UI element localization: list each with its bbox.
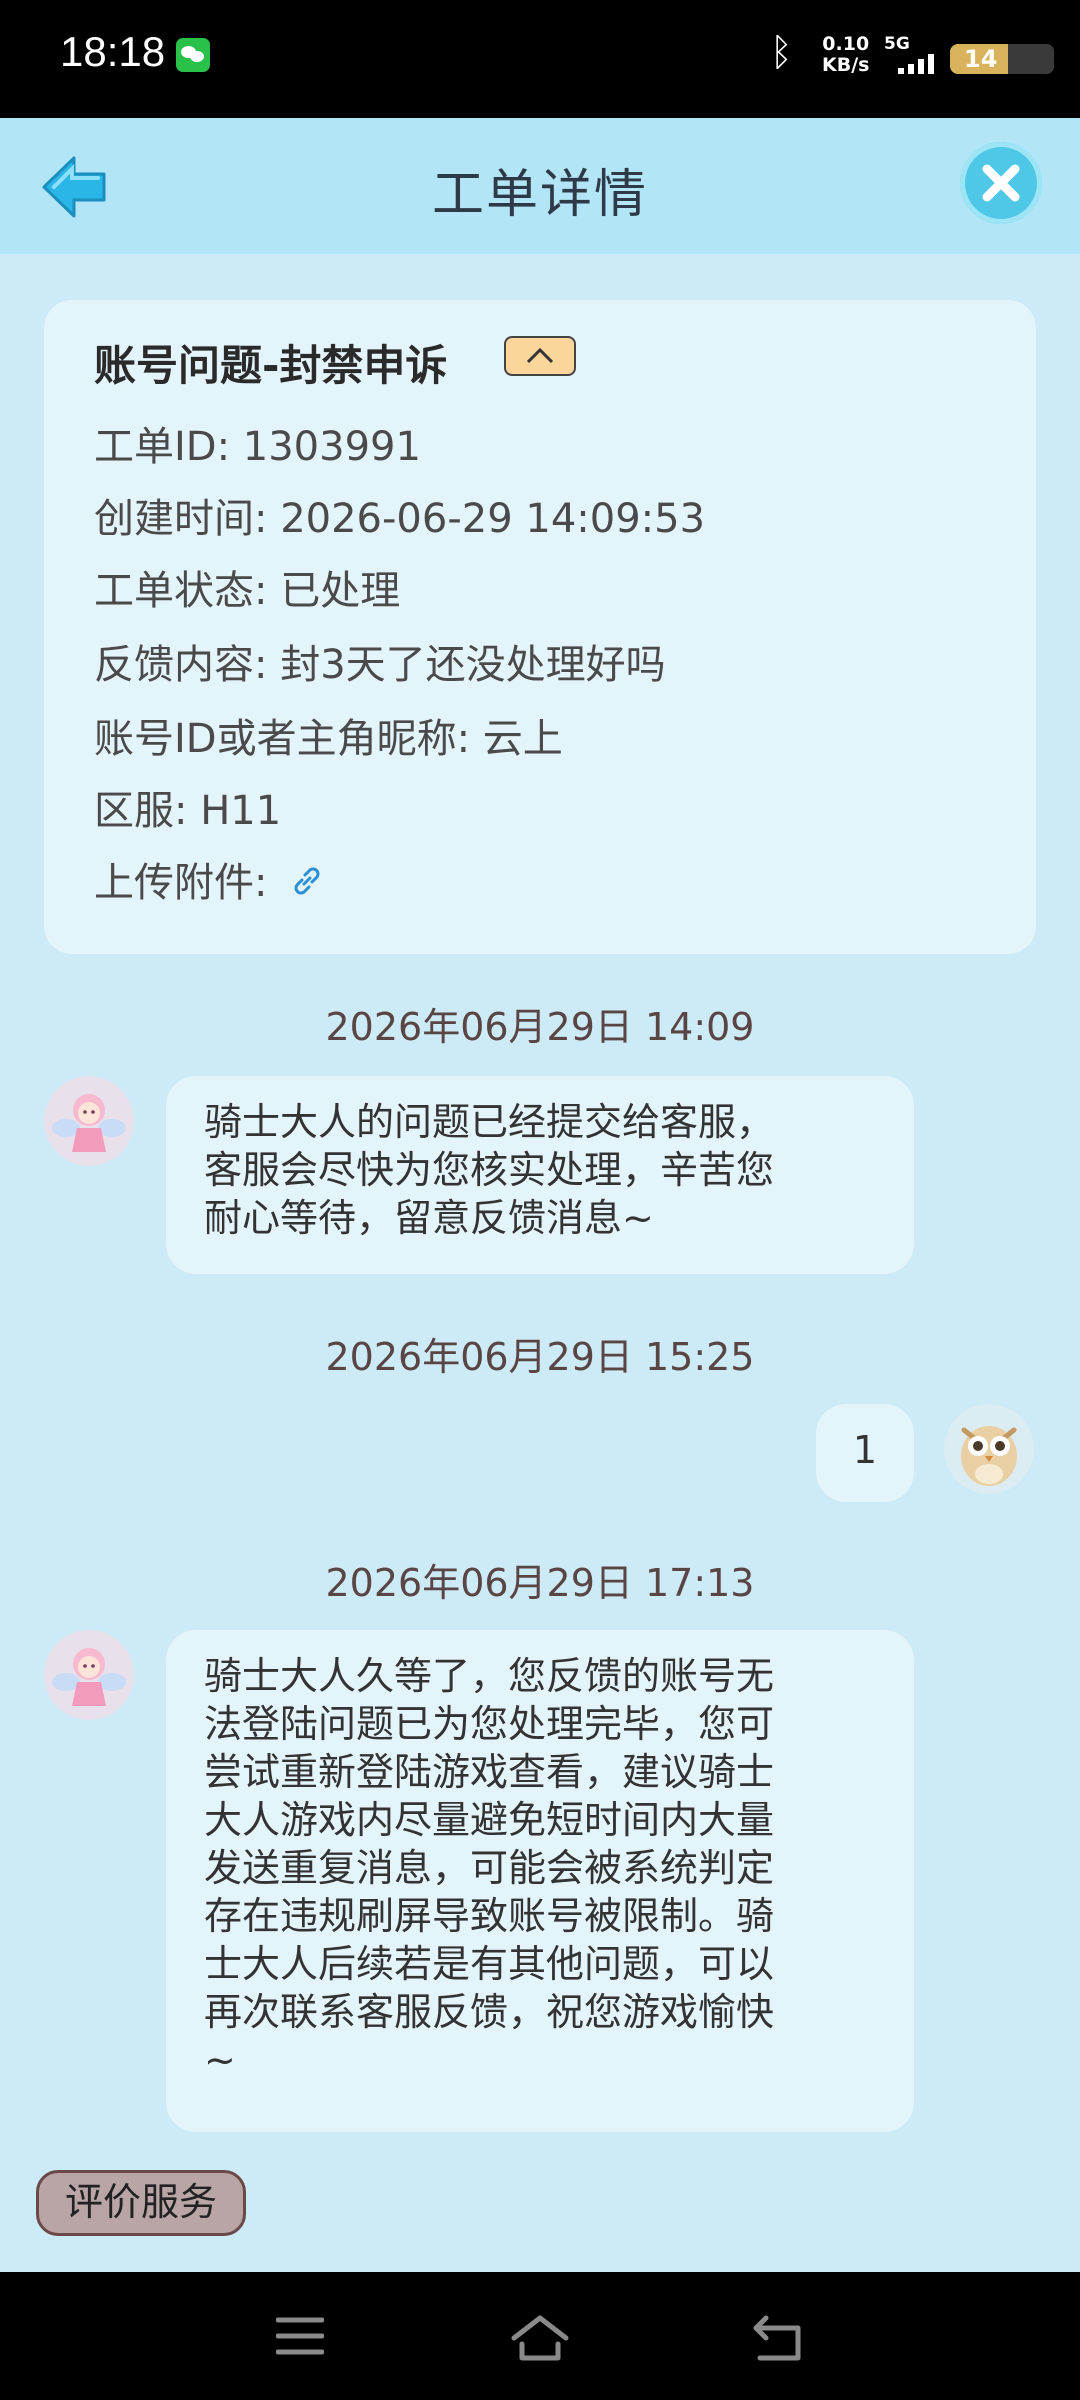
message-line: 法登陆问题已为您处理完毕，您可 bbox=[204, 1702, 775, 1746]
message-line: 骑士大人久等了，您反馈的账号无 bbox=[204, 1654, 775, 1698]
link-icon[interactable] bbox=[290, 864, 324, 902]
ticket-feedback: 反馈内容: 封3天了还没处理好吗 bbox=[94, 642, 666, 688]
ticket-status: 工单状态: 已处理 bbox=[94, 568, 401, 614]
page-title: 工单详情 bbox=[431, 165, 648, 225]
service-message-bubble: 骑士大人的问题已经提交给客服， 客服会尽快为您核实处理，辛苦您 耐心等待，留意反… bbox=[166, 1076, 914, 1274]
message-line: 骑士大人的问题已经提交给客服， bbox=[204, 1100, 775, 1144]
ticket-created-time: 创建时间: 2026-06-29 14:09:53 bbox=[94, 496, 706, 542]
bluetooth-icon: ᛒ bbox=[770, 30, 793, 74]
battery-level: 14 bbox=[964, 45, 998, 73]
message-line: 客服会尽快为您核实处理，辛苦您 bbox=[204, 1148, 775, 1192]
signal-icon bbox=[890, 52, 936, 74]
service-avatar bbox=[44, 1630, 134, 1720]
header: 工单详情 bbox=[0, 118, 1080, 254]
rate-service-button[interactable]: 评价服务 bbox=[36, 2170, 246, 2236]
message-line: 再次联系客服反馈，祝您游戏愉快 bbox=[204, 1990, 775, 2034]
speed-value: 0.10 bbox=[822, 33, 870, 55]
system-nav-bar bbox=[0, 2272, 1080, 2400]
network-speed: 0.10 KB/s bbox=[822, 34, 869, 76]
ticket-attachment-label: 上传附件: bbox=[94, 860, 268, 906]
message-line: 发送重复消息，可能会被系统判定 bbox=[204, 1846, 775, 1890]
ticket-title: 账号问题-封禁申诉 bbox=[94, 341, 448, 390]
user-message-bubble: 1 bbox=[816, 1404, 914, 1502]
home-icon[interactable] bbox=[510, 2314, 570, 2366]
status-time: 18:18 bbox=[60, 28, 166, 75]
close-icon[interactable] bbox=[960, 142, 1042, 224]
menu-icon[interactable] bbox=[275, 2314, 325, 2362]
ticket-server: 区服: H11 bbox=[94, 788, 282, 834]
network-type: 5G bbox=[884, 34, 910, 54]
message-timestamp: 2026年06月29日 17:13 bbox=[325, 1561, 755, 1605]
back-icon[interactable] bbox=[752, 2314, 804, 2366]
service-message-bubble: 骑士大人久等了，您反馈的账号无 法登陆问题已为您处理完毕，您可 尝试重新登陆游戏… bbox=[166, 1630, 914, 2132]
ticket-id: 工单ID: 1303991 bbox=[94, 424, 421, 470]
wechat-icon bbox=[176, 38, 210, 72]
message-line: ~ bbox=[204, 2038, 236, 2082]
speed-unit: KB/s bbox=[822, 54, 870, 76]
message-line: 尝试重新登陆游戏查看，建议骑士 bbox=[204, 1750, 775, 1794]
message-timestamp: 2026年06月29日 15:25 bbox=[325, 1335, 755, 1379]
message-line: 大人游戏内尽量避免短时间内大量 bbox=[204, 1798, 775, 1842]
message-timestamp: 2026年06月29日 14:09 bbox=[325, 1005, 755, 1049]
message-line: 存在违规刷屏导致账号被限制。骑 bbox=[204, 1894, 775, 1938]
status-bar: 18:18 ᛒ 0.10 KB/s 5G 14 bbox=[0, 0, 1080, 118]
chevron-up-icon bbox=[526, 347, 554, 364]
user-avatar bbox=[944, 1404, 1034, 1494]
battery-icon: 14 bbox=[950, 44, 1054, 74]
collapse-toggle[interactable] bbox=[504, 336, 576, 376]
message-line: 耐心等待，留意反馈消息~ bbox=[204, 1196, 654, 1240]
message-line: 1 bbox=[852, 1428, 878, 1472]
service-avatar bbox=[44, 1076, 134, 1166]
ticket-info-card: 账号问题-封禁申诉 工单ID: 1303991 创建时间: 2026-06-29… bbox=[44, 300, 1036, 954]
ticket-account: 账号ID或者主角昵称: 云上 bbox=[94, 716, 563, 762]
message-line: 士大人后续若是有其他问题，可以 bbox=[204, 1942, 775, 1986]
